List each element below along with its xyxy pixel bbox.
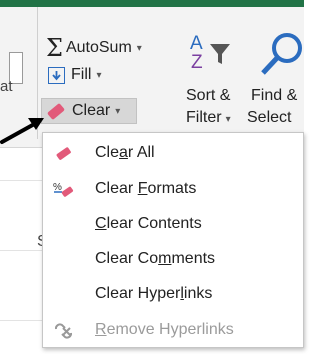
menu-item-label: Clear Comments xyxy=(95,250,216,267)
sort-filter-label: Filter xyxy=(186,109,222,126)
find-select-button[interactable]: Find & xyxy=(251,87,297,105)
menu-item-clear-formats[interactable]: % Clear Formats xyxy=(43,171,303,207)
clear-label: Clear xyxy=(72,102,111,119)
autosum-label: AutoSum xyxy=(65,39,132,56)
ribbon-partial-label: at xyxy=(0,78,13,95)
autosum-button[interactable]: Σ AutoSum ▾ xyxy=(46,36,142,60)
fill-label: Fill xyxy=(71,66,92,83)
menu-item-clear-comments[interactable]: Clear Comments xyxy=(43,241,303,277)
clear-formats-icon: % xyxy=(53,181,75,199)
menu-item-remove-hyperlinks[interactable]: Remove Hyperlinks xyxy=(43,312,303,348)
svg-text:A: A xyxy=(190,33,203,54)
remove-hyperlinks-icon xyxy=(53,322,75,340)
clear-dropdown-menu: Clear All % Clear Formats Clear Contents… xyxy=(42,132,304,348)
menu-item-clear-contents[interactable]: Clear Contents xyxy=(43,206,303,242)
menu-item-label: Remove Hyperlinks xyxy=(95,321,234,338)
clear-button[interactable]: Clear ▾ xyxy=(41,98,137,124)
eraser-icon xyxy=(46,102,66,120)
chevron-down-icon: ▾ xyxy=(136,42,142,54)
find-select-label: Select xyxy=(247,109,292,126)
title-bar-strip xyxy=(0,0,304,7)
svg-text:Z: Z xyxy=(191,52,203,70)
menu-item-clear-all[interactable]: Clear All xyxy=(43,135,303,171)
menu-item-label: Clear Hyperlinks xyxy=(95,285,213,302)
chevron-down-icon: ▾ xyxy=(225,114,231,125)
sort-filter-button[interactable]: Sort & xyxy=(186,87,230,105)
sigma-icon: Σ xyxy=(46,34,63,62)
menu-item-label: Clear Formats xyxy=(95,180,197,197)
menu-item-label: Clear Contents xyxy=(95,215,202,232)
eraser-icon xyxy=(53,145,75,163)
menu-item-label: Clear All xyxy=(95,144,155,161)
pointer-arrow-icon xyxy=(0,100,48,153)
fill-down-icon xyxy=(48,66,65,84)
sort-filter-icon: A Z xyxy=(190,32,234,75)
sort-filter-dropdown[interactable]: Filter ▾ xyxy=(186,109,235,127)
chevron-down-icon: ▾ xyxy=(96,69,102,81)
find-magnifier-icon xyxy=(257,30,307,83)
chevron-down-icon: ▾ xyxy=(115,105,121,117)
menu-item-clear-hyperlinks[interactable]: Clear Hyperlinks xyxy=(43,276,303,312)
fill-button[interactable]: Fill ▾ xyxy=(48,66,101,84)
